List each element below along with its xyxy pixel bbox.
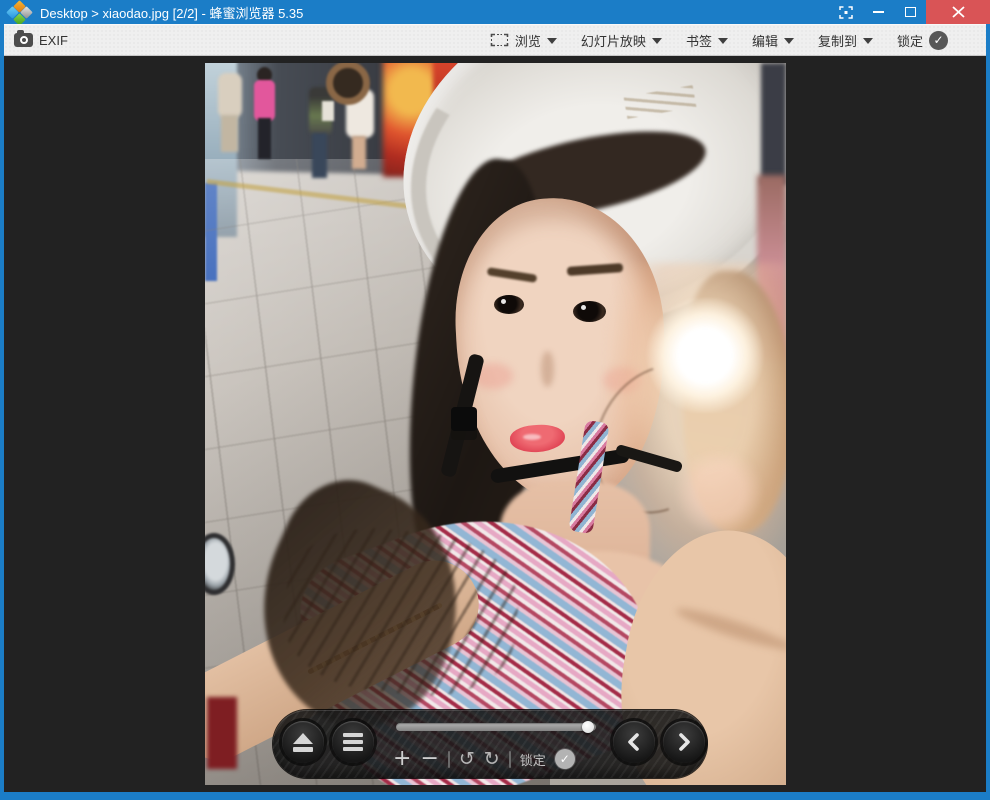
position-slider-track[interactable] <box>396 723 596 731</box>
zoom-out-button[interactable]: − <box>420 748 438 770</box>
camera-icon <box>14 33 33 47</box>
lock-toggle[interactable]: 锁定 ✓ <box>885 31 960 50</box>
photo-layer-eye <box>494 295 524 314</box>
maximize-button[interactable] <box>894 0 926 24</box>
photo-layer-eye <box>573 301 606 322</box>
eject-icon <box>293 733 313 752</box>
menu-copy-to[interactable]: 复制到 <box>806 31 885 50</box>
photo-layer-eye-glint <box>501 299 506 304</box>
menu-slideshow-label: 幻灯片放映 <box>581 31 646 50</box>
zoom-in-button[interactable]: + <box>393 748 411 770</box>
photo-layer-strap-buckle <box>451 407 477 431</box>
photo-layer-nose <box>541 351 554 387</box>
fullscreen-icon <box>839 6 853 19</box>
chevron-left-icon <box>626 732 642 752</box>
chevron-down-icon <box>718 38 728 44</box>
viewer-controlbar: + − ↺ ↻ 锁定 ✓ <box>273 710 707 778</box>
photo-layer-pedestrian <box>218 73 242 118</box>
photo-layer-pedestrian <box>352 136 366 169</box>
photo-layer-eye-glint <box>581 305 586 310</box>
photo-image[interactable] <box>205 63 786 785</box>
photo-layer-scooter <box>207 697 237 769</box>
chevron-down-icon <box>863 38 873 44</box>
open-file-button[interactable] <box>282 721 324 763</box>
app-logo-icon <box>8 2 31 23</box>
photo-layer-lips <box>523 434 541 440</box>
lock-check-icon: ✓ <box>929 31 948 50</box>
menu-bookmarks-label: 书签 <box>686 31 712 50</box>
menu-edit-label: 编辑 <box>752 31 778 50</box>
window-controls <box>830 0 990 24</box>
menu-button[interactable] <box>332 721 374 763</box>
exif-button[interactable]: EXIF <box>4 25 80 55</box>
menu-copy-to-label: 复制到 <box>818 31 857 50</box>
menu-slideshow[interactable]: 幻灯片放映 <box>569 31 674 50</box>
honeyview-window: Desktop > xiaodao.jpg [2/2] - 蜂蜜浏览器 5.35… <box>0 0 990 800</box>
close-icon <box>952 6 965 18</box>
photo-layer-round-window <box>326 63 370 105</box>
close-button[interactable] <box>926 0 990 24</box>
menu-browse[interactable]: 浏览 <box>478 31 569 50</box>
photo-layer-pedestrian <box>322 101 334 121</box>
next-image-button[interactable] <box>663 721 705 763</box>
chevron-down-icon <box>784 38 794 44</box>
chevron-down-icon <box>547 38 557 44</box>
menu-bookmarks[interactable]: 书签 <box>674 31 740 50</box>
chevron-right-icon <box>676 732 692 752</box>
menu-edit[interactable]: 编辑 <box>740 31 806 50</box>
photo-layer-background <box>761 63 786 185</box>
menu-browse-label: 浏览 <box>515 31 541 50</box>
hamburger-icon <box>343 733 363 751</box>
previous-image-button[interactable] <box>613 721 655 763</box>
controlbar-lock-label: 锁定 <box>520 750 546 769</box>
maximize-icon <box>905 7 916 17</box>
photo-layer-pedestrian <box>312 133 327 178</box>
fullscreen-button[interactable] <box>830 0 862 24</box>
titlebar[interactable]: Desktop > xiaodao.jpg [2/2] - 蜂蜜浏览器 5.35 <box>0 0 990 24</box>
divider <box>448 751 450 768</box>
minimize-button[interactable] <box>862 0 894 24</box>
toolbar-menus: 浏览 幻灯片放映 书签 编辑 复制到 锁定 ✓ <box>478 31 960 50</box>
toolbar: EXIF 浏览 幻灯片放映 书签 编辑 <box>4 24 986 56</box>
lock-label: 锁定 <box>897 31 923 50</box>
chevron-down-icon <box>652 38 662 44</box>
photo-layer-pedestrian <box>254 80 275 121</box>
controlbar-actions: + − ↺ ↻ 锁定 ✓ <box>393 746 608 772</box>
exif-label: EXIF <box>39 33 68 48</box>
minimize-icon <box>873 11 884 13</box>
zoom-slider-thumb[interactable] <box>582 721 594 733</box>
window-title: Desktop > xiaodao.jpg [2/2] - 蜂蜜浏览器 5.35 <box>40 3 303 22</box>
rotate-cw-button[interactable]: ↻ <box>484 748 500 770</box>
photo-layer-pedestrian <box>221 115 238 152</box>
controlbar-lock-check-icon[interactable]: ✓ <box>555 749 575 769</box>
fit-window-icon <box>490 33 509 47</box>
position-slider[interactable] <box>396 719 596 735</box>
photo-layer-pedestrian <box>258 118 271 159</box>
viewer-area[interactable]: + − ↺ ↻ 锁定 ✓ <box>4 56 986 792</box>
divider <box>509 751 511 768</box>
rotate-ccw-button[interactable]: ↺ <box>459 748 475 770</box>
